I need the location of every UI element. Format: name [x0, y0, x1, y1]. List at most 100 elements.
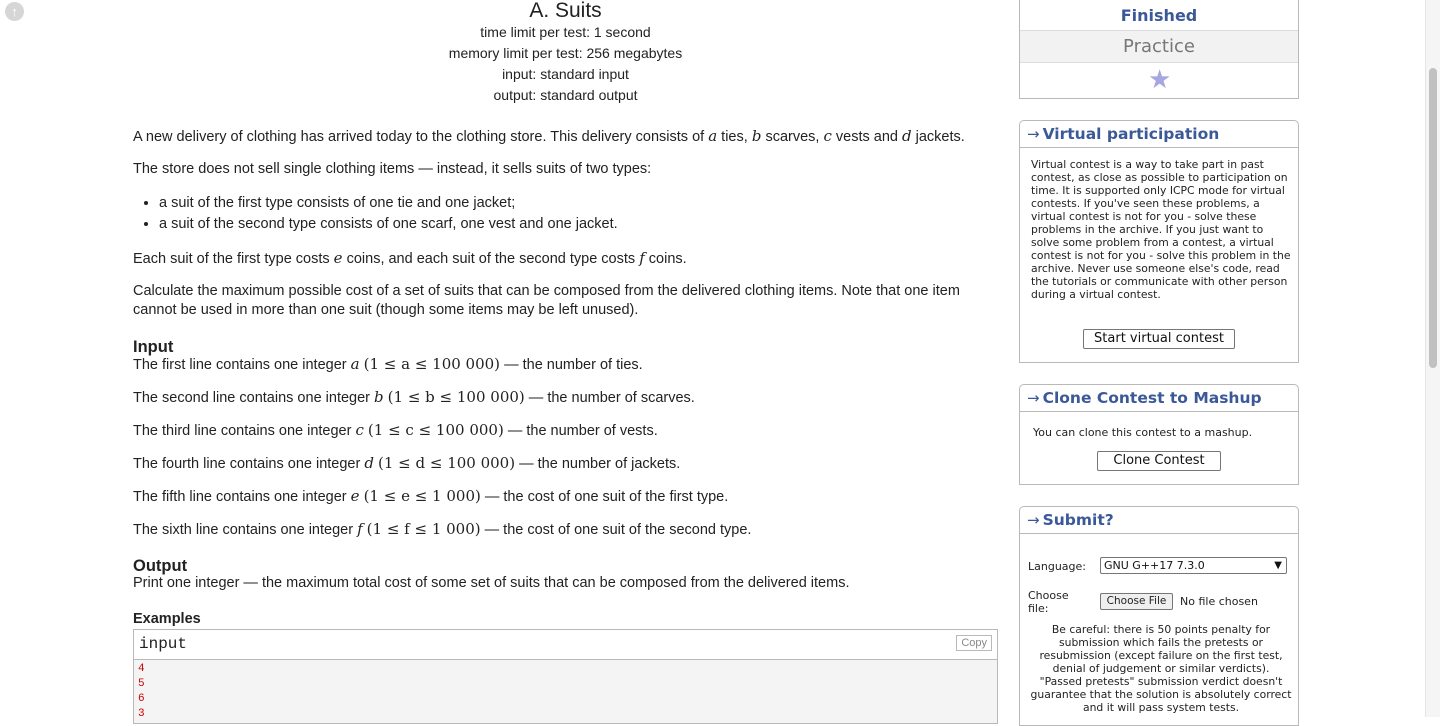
input-line-5: The fifth line contains one integer e (1…	[133, 487, 728, 507]
text: The sixth line contains one integer	[133, 522, 358, 538]
math-var: c	[823, 127, 832, 145]
text: — the number of ties.	[500, 357, 643, 373]
output-text: Print one integer — the maximum total co…	[133, 575, 850, 591]
clone-contest-text: You can clone this contest to a mashup.	[1033, 426, 1253, 439]
scrollbar-thumb[interactable]	[1429, 68, 1437, 368]
status-finished[interactable]: Finished	[1020, 0, 1298, 31]
list-item: a suit of the first type consists of one…	[159, 193, 618, 214]
sample-input-content: 4 5 6 3	[134, 660, 997, 722]
statement-paragraph-4: Calculate the maximum possible cost of a…	[133, 283, 960, 318]
suit-types-list: a suit of the first type consists of one…	[133, 193, 618, 235]
box-title-text: Submit?	[1042, 511, 1114, 529]
input-line-2: The second line contains one integer b (…	[133, 388, 695, 408]
problem-title: A. Suits	[529, 0, 602, 22]
clone-contest-box: → Clone Contest to Mashup You can clone t…	[1019, 384, 1299, 485]
file-label: Choose file:	[1028, 589, 1069, 615]
favorite-row: ★	[1020, 63, 1298, 98]
math-range: (1 ≤ d ≤ 100 000)	[377, 454, 516, 472]
math-var: d	[364, 454, 374, 472]
statement-paragraph-1: A new delivery of clothing has arrived t…	[133, 127, 965, 147]
math-var: a	[708, 127, 718, 145]
contest-status-box: Finished Practice ★	[1019, 0, 1299, 99]
box-title-text: Clone Contest to Mashup	[1042, 389, 1262, 407]
math-var: c	[355, 421, 364, 439]
math-var: e	[333, 249, 343, 267]
input-line-4: The fourth line contains one integer d (…	[133, 454, 680, 474]
sample-input-box: input Copy 4 5 6 3	[133, 629, 998, 724]
file-status: No file chosen	[1180, 595, 1258, 608]
math-range: (1 ≤ c ≤ 100 000)	[367, 421, 504, 439]
copy-button[interactable]: Copy	[956, 635, 992, 651]
choose-file-button[interactable]: Choose File	[1100, 593, 1173, 610]
arrow-right-icon: →	[1027, 511, 1040, 529]
chevron-down-icon: ▼	[1274, 560, 1282, 571]
math-range: (1 ≤ e ≤ 1 000)	[363, 487, 481, 505]
math-var: a	[350, 355, 360, 373]
status-practice[interactable]: Practice	[1020, 31, 1298, 63]
text: The second line contains one integer	[133, 390, 375, 406]
text: — the number of scarves.	[524, 390, 695, 406]
input-line-1: The first line contains one integer a (1…	[133, 355, 643, 375]
language-label: Language:	[1028, 560, 1086, 573]
star-icon[interactable]: ★	[1148, 65, 1171, 95]
math-var: b	[374, 388, 384, 406]
vertical-scrollbar[interactable]	[1425, 0, 1440, 717]
math-var: f	[357, 520, 363, 538]
problem-header: A. Suits time limit per test: 1 second m…	[133, 0, 998, 106]
list-item: a suit of the second type consists of on…	[159, 214, 618, 235]
math-range: (1 ≤ f ≤ 1 000)	[366, 520, 481, 538]
math-range: (1 ≤ a ≤ 100 000)	[363, 355, 501, 373]
sample-line: 6	[138, 693, 145, 705]
penalty-warning: Be careful: there is 50 points penalty f…	[1030, 623, 1292, 714]
virtual-participation-text: Virtual contest is a way to take part in…	[1031, 158, 1291, 301]
clone-contest-button[interactable]: Clone Contest	[1097, 451, 1221, 471]
memory-limit: memory limit per test: 256 megabytes	[448, 45, 683, 61]
text: The third line contains one integer	[133, 423, 356, 439]
submit-title: → Submit?	[1020, 507, 1298, 534]
input-line-3: The third line contains one integer c (1…	[133, 421, 658, 441]
text: The first line contains one integer	[133, 357, 351, 373]
sample-line: 3	[138, 708, 145, 720]
text: jackets.	[911, 129, 965, 145]
sample-line: 5	[138, 678, 145, 690]
text: The fifth line contains one integer	[133, 489, 351, 505]
virtual-participation-box: → Virtual participation Virtual contest i…	[1019, 120, 1299, 363]
text: ties,	[717, 129, 752, 145]
math-var: b	[751, 127, 762, 145]
submit-box: → Submit? Language: GNU G++17 7.3.0 ▼ Cho…	[1019, 506, 1299, 726]
sample-line: 4	[138, 663, 145, 675]
clone-contest-title: → Clone Contest to Mashup	[1020, 385, 1298, 412]
scroll-up-icon[interactable]: ↑	[5, 2, 24, 21]
input-section-title: Input	[133, 338, 174, 356]
output-section-title: Output	[133, 557, 188, 575]
text: coins, and each suit of the second type …	[342, 251, 640, 267]
text: — the number of vests.	[503, 423, 658, 439]
arrow-right-icon: →	[1027, 389, 1040, 407]
text: Each suit of the first type costs	[133, 251, 334, 267]
output-type: output: standard output	[493, 87, 638, 103]
text: — the cost of one suit of the first type…	[480, 489, 729, 505]
input-type: input: standard input	[502, 66, 629, 82]
text: vests and	[831, 129, 902, 145]
virtual-participation-title: → Virtual participation	[1020, 121, 1298, 148]
sample-input-label: input	[139, 635, 188, 653]
examples-title: Examples	[133, 611, 201, 627]
language-select[interactable]: GNU G++17 7.3.0 ▼	[1100, 557, 1287, 574]
text: A new delivery of clothing has arrived t…	[133, 129, 709, 145]
problem-statement: A. Suits time limit per test: 1 second m…	[133, 0, 998, 724]
arrow-right-icon: →	[1027, 125, 1040, 143]
math-var: d	[902, 127, 912, 145]
time-limit: time limit per test: 1 second	[480, 24, 651, 40]
statement-paragraph-2: The store does not sell single clothing …	[133, 161, 652, 177]
sample-input-header: input Copy	[134, 630, 997, 660]
text: coins.	[644, 251, 687, 267]
text: — the cost of one suit of the second typ…	[480, 522, 752, 538]
start-virtual-contest-button[interactable]: Start virtual contest	[1083, 329, 1235, 349]
box-title-text: Virtual participation	[1042, 125, 1220, 143]
text: — the number of jackets.	[515, 456, 681, 472]
statement-paragraph-3: Each suit of the first type costs e coin…	[133, 249, 687, 269]
input-line-6: The sixth line contains one integer f (1…	[133, 520, 751, 540]
language-selected-value: GNU G++17 7.3.0	[1104, 559, 1205, 572]
text: scarves,	[761, 129, 824, 145]
math-range: (1 ≤ b ≤ 100 000)	[387, 388, 525, 406]
